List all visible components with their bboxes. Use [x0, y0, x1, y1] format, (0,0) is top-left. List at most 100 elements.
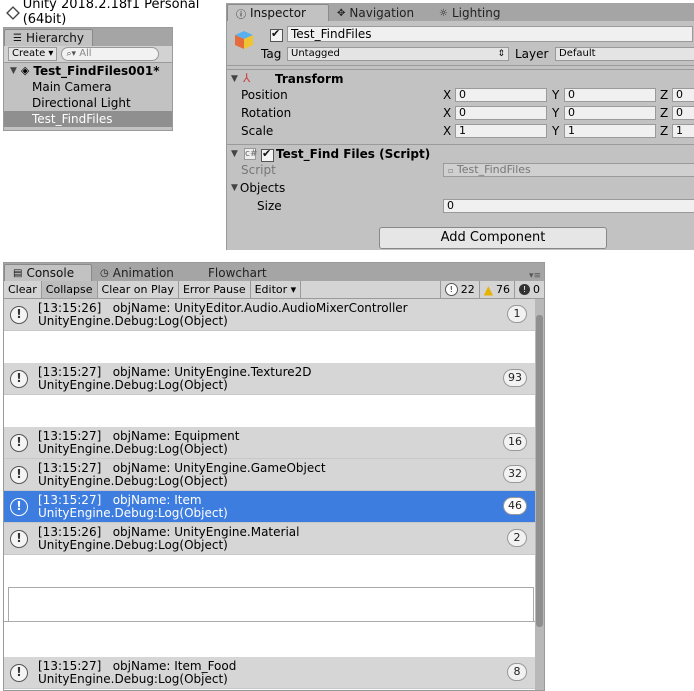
- object-name-field[interactable]: Test_FindFiles: [287, 26, 693, 42]
- editor-dropdown[interactable]: Editor ▾: [251, 281, 302, 298]
- hierarchy-toolbar: Create ▾ ⌕▾ All: [4, 46, 172, 63]
- position-x-field[interactable]: 0: [455, 88, 547, 102]
- log-message: [13:15:27] objName: UnityEngine.GameObje…: [38, 461, 326, 475]
- info-icon: !: [444, 283, 458, 296]
- scale-y-field[interactable]: 1: [564, 124, 656, 138]
- rotation-y-field[interactable]: 0: [564, 106, 656, 120]
- info-count: 22: [460, 283, 475, 296]
- tag-value: Untagged: [291, 48, 340, 59]
- animation-clock-icon: ◷: [100, 267, 109, 279]
- log-stack: UnityEngine.Debug:Log(Object): [38, 538, 228, 552]
- tag-dropdown[interactable]: Untagged ⇕: [287, 47, 509, 61]
- log-entry[interactable]: ! [13:15:27] objName: Item_Food UnityEng…: [4, 657, 535, 689]
- log-message: [13:15:26] objName: UnityEditor.Audio.Au…: [38, 301, 408, 315]
- log-message: [13:15:26] objName: UnityEngine.Material: [38, 525, 300, 539]
- script-component-header[interactable]: ▼ c# Test_Find Files (Script): [227, 144, 694, 163]
- log-message: [13:15:27] objName: Equipment: [38, 429, 240, 443]
- log-stack: UnityEngine.Debug:Log(Object): [38, 442, 228, 456]
- position-y-field[interactable]: 0: [564, 88, 656, 102]
- log-entry[interactable]: ! [13:15:27] objName: UnityEngine.Textur…: [4, 363, 535, 395]
- create-button[interactable]: Create ▾: [8, 47, 58, 61]
- clear-button[interactable]: Clear: [4, 281, 42, 298]
- log-entry[interactable]: ! [13:15:27] objName: UnityEngine.GameOb…: [4, 459, 535, 491]
- script-file-icon: ▫: [448, 166, 454, 175]
- tab-navigation[interactable]: ✥ Navigation: [329, 5, 431, 21]
- error-icon: !: [519, 284, 530, 295]
- info-count-toggle[interactable]: ! 22: [439, 281, 479, 298]
- log-entry[interactable]: ! [13:15:26] objName: UnityEditor.Audio.…: [4, 299, 535, 331]
- fold-arrow-icon[interactable]: ▼: [231, 74, 238, 84]
- info-icon: !: [10, 434, 28, 452]
- hierarchy-item-label: Directional Light: [32, 96, 131, 110]
- info-icon: ⓘ: [236, 9, 246, 21]
- hierarchy-tabbar: ☰ Hierarchy: [4, 28, 172, 46]
- add-component-button[interactable]: Add Component: [379, 227, 607, 249]
- log-entry[interactable]: ! [13:15:27] objName: Equipment UnityEng…: [4, 427, 535, 459]
- size-label: Size: [257, 199, 282, 213]
- tab-lighting[interactable]: ☼ Lighting: [431, 5, 527, 21]
- scale-z-field[interactable]: 1: [672, 124, 694, 138]
- position-label: Position: [241, 88, 288, 102]
- fold-arrow-icon[interactable]: ▼: [10, 63, 17, 79]
- error-pause-toggle[interactable]: Error Pause: [179, 281, 251, 298]
- scrollbar-thumb[interactable]: [536, 315, 543, 627]
- tab-animation[interactable]: ◷ Animation: [92, 265, 194, 281]
- console-panel: ▤ Console ◷ Animation Flowchart ▾≡ Clear…: [3, 262, 545, 691]
- size-field[interactable]: 0: [443, 199, 694, 213]
- hierarchy-item-test-findfiles[interactable]: Test_FindFiles: [4, 111, 172, 127]
- hierarchy-item-main-camera[interactable]: Main Camera: [4, 79, 172, 95]
- log-entry-selected[interactable]: ! [13:15:27] objName: Item UnityEngine.D…: [4, 491, 535, 523]
- axis-x-label: X: [443, 88, 452, 102]
- info-icon: !: [10, 664, 28, 682]
- rotation-x-field[interactable]: 0: [455, 106, 547, 120]
- axis-y-label: Y: [552, 106, 560, 120]
- window-title: Unity 2018.2.18f1 Personal (64bit): [22, 0, 200, 27]
- tab-inspector[interactable]: ⓘ Inspector: [227, 4, 329, 21]
- scale-x-field[interactable]: 1: [455, 124, 547, 138]
- layer-dropdown[interactable]: Default: [555, 47, 694, 61]
- fold-arrow-icon[interactable]: ▼: [231, 183, 238, 193]
- warning-count-toggle[interactable]: ▲ 76: [478, 281, 514, 298]
- axis-y-label: Y: [552, 124, 560, 138]
- hierarchy-search-input[interactable]: ⌕▾ All: [61, 47, 160, 61]
- log-count-badge: 32: [503, 465, 527, 483]
- tab-console[interactable]: ▤ Console: [4, 264, 92, 281]
- tab-flowchart[interactable]: Flowchart: [194, 265, 296, 281]
- fold-arrow-icon[interactable]: ▼: [231, 149, 238, 159]
- tab-flowchart-label: Flowchart: [208, 266, 267, 280]
- panel-menu-icon[interactable]: ▾≡: [526, 271, 544, 281]
- hierarchy-item-label: Main Camera: [32, 80, 112, 94]
- position-z-field[interactable]: 0: [672, 88, 694, 102]
- detail-pane: [4, 621, 538, 656]
- script-label: Script: [241, 163, 276, 177]
- console-toolbar: Clear Collapse Clear on Play Error Pause…: [4, 281, 544, 299]
- axis-x-label: X: [443, 124, 452, 138]
- console-scrollbar[interactable]: [535, 299, 544, 690]
- clear-on-play-toggle[interactable]: Clear on Play: [98, 281, 179, 298]
- search-icon: ⌕▾: [66, 49, 76, 59]
- objects-array-foldout[interactable]: ▼ Objects: [231, 181, 285, 195]
- tab-lighting-label: Lighting: [451, 6, 501, 20]
- error-count-toggle[interactable]: ! 0: [514, 281, 544, 298]
- hierarchy-panel: ☰ Hierarchy Create ▾ ⌕▾ All ▼ ◈ Test_Fin…: [3, 27, 173, 131]
- console-log-list[interactable]: ! [13:15:26] objName: UnityEditor.Audio.…: [4, 299, 538, 690]
- log-entry[interactable]: ! [13:15:26] objName: UnityEngine.Materi…: [4, 523, 535, 555]
- tab-hierarchy[interactable]: ☰ Hierarchy: [4, 29, 93, 46]
- script-reference-value: Test_FindFiles: [456, 163, 531, 176]
- scene-root-item[interactable]: ▼ ◈ Test_FindFiles001*: [4, 63, 172, 79]
- transform-header[interactable]: ▼ ⅄ Transform: [227, 69, 694, 88]
- axis-z-label: Z: [660, 124, 669, 138]
- object-active-checkbox[interactable]: [270, 27, 283, 42]
- rotation-z-field[interactable]: 0: [672, 106, 694, 120]
- log-message: [13:15:27] objName: Item_Food: [38, 659, 237, 673]
- lighting-icon: ☼: [439, 7, 448, 19]
- info-icon: !: [10, 306, 28, 324]
- transform-icon: ⅄: [243, 71, 251, 85]
- navigation-icon: ✥: [337, 7, 346, 19]
- hierarchy-item-directional-light[interactable]: Directional Light: [4, 95, 172, 111]
- axis-y-label: Y: [552, 88, 560, 102]
- object-header: Test_FindFiles Tag Untagged ⇕ Layer Defa…: [227, 21, 694, 66]
- collapse-toggle[interactable]: Collapse: [41, 281, 98, 298]
- script-enabled-checkbox[interactable]: [261, 147, 274, 162]
- log-count-badge: 93: [503, 369, 527, 387]
